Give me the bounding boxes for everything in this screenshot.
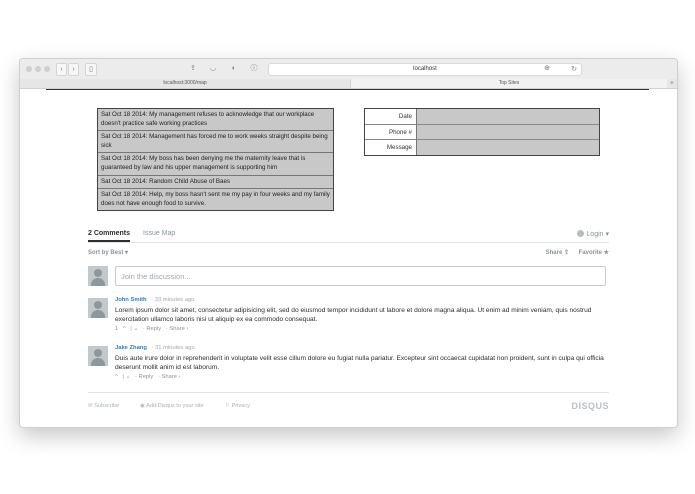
- sort-bar: Sort by Best ▾ Share ⇪ Favorite ★: [88, 249, 609, 259]
- date-row: Date: [365, 109, 599, 124]
- date-field[interactable]: [418, 109, 599, 124]
- browser-toolbar: ‹ › ▯ ⇪ ◡ ◐ ⓘ localhost ↻ ⊕: [20, 59, 677, 80]
- header-divider: [46, 89, 649, 90]
- comment-actions: ^ | ⌄ · Reply · Share ›: [115, 374, 184, 380]
- address-text: localhost: [413, 66, 437, 72]
- issue-list: Sat Oct 18 2014: My management refuses t…: [97, 108, 334, 212]
- downvote-button[interactable]: | ⌄: [130, 326, 138, 332]
- downvote-button[interactable]: | ⌄: [122, 374, 130, 380]
- info-icon[interactable]: ⓘ: [249, 63, 259, 74]
- share-thread-button[interactable]: Share ⇪: [546, 249, 569, 256]
- avatar[interactable]: [88, 298, 108, 318]
- comment-author[interactable]: John Smith: [115, 297, 147, 303]
- phone-field[interactable]: [418, 125, 599, 140]
- issue-item[interactable]: Sat Oct 18 2014: Help, my boss hasn't se…: [98, 188, 333, 210]
- reply-button[interactable]: · Reply: [143, 326, 161, 332]
- favorite-button[interactable]: Favorite ★: [579, 249, 609, 256]
- privacy-link[interactable]: ⚐ Privacy: [225, 403, 250, 409]
- page-content: Sat Oct 18 2014: My management refuses t…: [20, 89, 677, 427]
- comment-author[interactable]: Jake Zhang: [115, 345, 147, 351]
- add-disqus-link[interactable]: ◉ Add Disqus to your site: [140, 403, 204, 409]
- issue-item[interactable]: Sat Oct 18 2014: My management refuses t…: [98, 109, 333, 130]
- minimize-window-button[interactable]: [35, 66, 41, 72]
- share-button[interactable]: · Share ›: [166, 326, 189, 332]
- upvote-button[interactable]: ^: [115, 374, 118, 380]
- comment-time[interactable]: · 33 minutes ago: [151, 297, 194, 303]
- tab-localhost-map[interactable]: localhost:3000/map: [20, 79, 350, 88]
- user-icon: [577, 230, 585, 237]
- message-field[interactable]: [418, 140, 599, 155]
- comment-text: Lorem ipsum dolor sit amet, consectetur …: [115, 307, 592, 324]
- disqus-footer: ✉ Subscribe ◉ Add Disqus to your site ⚐ …: [88, 392, 609, 415]
- comment-meta: Jake Zhang · 31 minutes ago: [115, 345, 195, 351]
- share-icon[interactable]: ⇪: [188, 63, 198, 74]
- pocket-icon[interactable]: ◡: [208, 63, 218, 74]
- tab-bar: localhost:3000/map Top Sites +: [20, 79, 677, 89]
- login-button[interactable]: Login ▾: [577, 230, 609, 238]
- privacy-icon[interactable]: ◐: [229, 63, 239, 74]
- disqus-logo[interactable]: DISQUS: [571, 401, 609, 411]
- reload-icon[interactable]: ↻: [571, 64, 577, 75]
- message-label: Message: [365, 140, 417, 155]
- phone-row: Phone #: [365, 124, 599, 140]
- sidebar-button[interactable]: ▯: [85, 63, 97, 76]
- sort-dropdown[interactable]: Sort by Best ▾: [88, 249, 128, 256]
- login-label: Login ▾: [586, 231, 609, 238]
- subscribe-link[interactable]: ✉ Subscribe: [88, 403, 119, 409]
- comment-actions: 1 ^ | ⌄ · Reply · Share ›: [115, 326, 191, 332]
- date-label: Date: [365, 109, 417, 124]
- new-tab-button[interactable]: +: [670, 79, 674, 88]
- disqus-tabs: 2 Comments Issue Map Login ▾: [88, 229, 609, 243]
- privacy-flag-icon: ⚐: [225, 403, 232, 409]
- upvote-button[interactable]: ^: [123, 326, 126, 332]
- tab-issue-map[interactable]: Issue Map: [143, 230, 175, 237]
- zoom-window-button[interactable]: [44, 66, 50, 72]
- share-button[interactable]: · Share ›: [158, 374, 181, 380]
- comment-time[interactable]: · 31 minutes ago: [152, 345, 195, 351]
- phone-label: Phone #: [365, 125, 417, 140]
- reply-button[interactable]: · Reply: [135, 374, 153, 380]
- avatar[interactable]: [88, 346, 108, 366]
- forward-button[interactable]: ›: [68, 63, 79, 76]
- message-row: Message: [365, 139, 599, 155]
- comment-meta: John Smith · 33 minutes ago: [115, 297, 194, 303]
- avatar: [88, 266, 108, 286]
- comment-text: Duis aute irure dolor in reprehenderit i…: [115, 355, 604, 372]
- address-bar[interactable]: localhost ↻: [268, 63, 582, 76]
- issue-item[interactable]: Sat Oct 18 2014: Management has forced m…: [98, 130, 333, 152]
- tab-top-sites[interactable]: Top Sites: [350, 79, 667, 88]
- issue-item[interactable]: Sat Oct 18 2014: My boss has been denyin…: [98, 152, 333, 174]
- download-icon[interactable]: ⊕: [542, 63, 552, 74]
- close-window-button[interactable]: [26, 66, 32, 72]
- tab-comments[interactable]: 2 Comments: [88, 230, 131, 242]
- back-button[interactable]: ‹: [56, 63, 67, 76]
- issue-item[interactable]: Sat Oct 18 2014: Random Child Abuse of B…: [98, 174, 333, 189]
- report-form: Date Phone # Message: [364, 108, 600, 156]
- comment-input[interactable]: Join the discussion...: [115, 266, 606, 286]
- browser-window: ‹ › ▯ ⇪ ◡ ◐ ⓘ localhost ↻ ⊕ localhost:30…: [19, 58, 678, 428]
- vote-count: 1: [115, 326, 119, 332]
